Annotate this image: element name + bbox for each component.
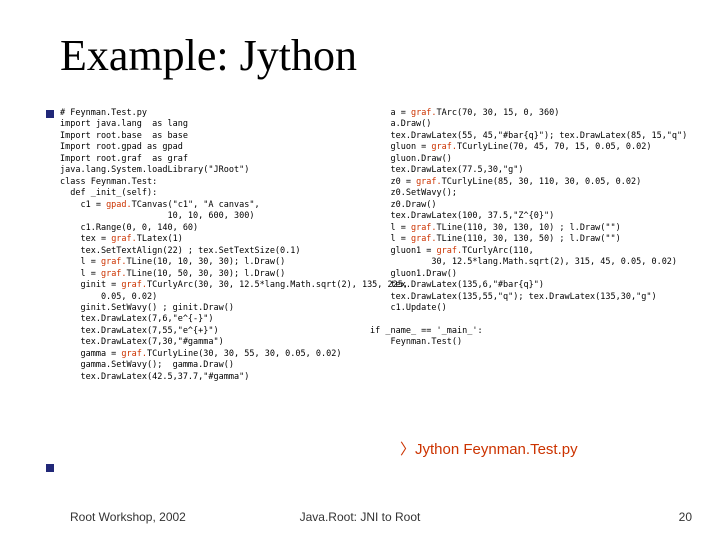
slide-title: Example: Jython	[60, 30, 357, 81]
bullet-icon	[46, 464, 54, 472]
angle-icon: 〉	[400, 442, 415, 458]
code-column-left: # Feynman.Test.py import java.lang as la…	[60, 108, 360, 383]
bullet-icon	[46, 110, 54, 118]
command-line: 〉Jython Feynman.Test.py	[400, 438, 578, 459]
footer-right: 20	[679, 510, 692, 524]
code-column-right: a = graf.TArc(70, 30, 15, 0, 360) a.Draw…	[370, 108, 690, 349]
command-text: Jython Feynman.Test.py	[415, 441, 578, 458]
slide: Example: Jython # Feynman.Test.py import…	[0, 0, 720, 540]
footer-center: Java.Root: JNI to Root	[0, 510, 720, 524]
